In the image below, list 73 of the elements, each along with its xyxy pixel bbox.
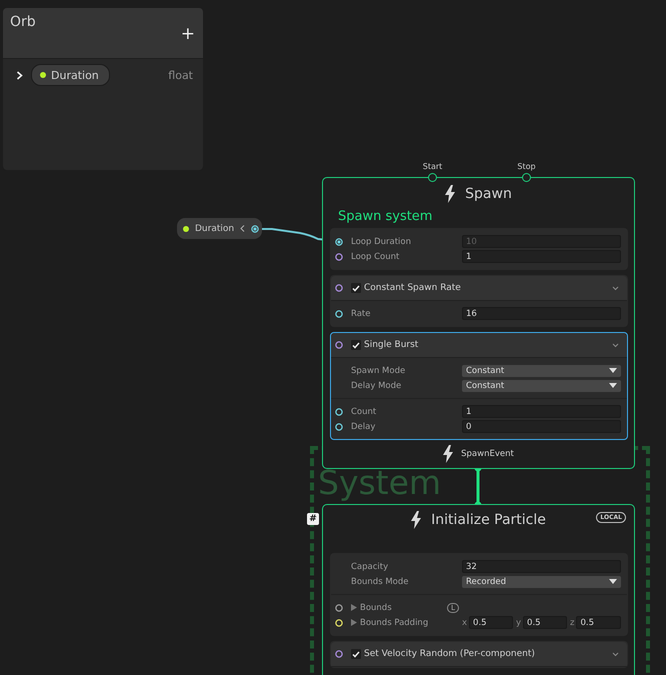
flow-port-icon[interactable] [428, 173, 437, 182]
block-title: Set Velocity Random (Per-component) [364, 649, 535, 659]
triangle-icon[interactable] [351, 604, 357, 611]
chevron-left-icon[interactable] [240, 225, 246, 232]
chevron-down-icon[interactable] [612, 286, 619, 290]
flow-port-label: Start [422, 162, 442, 171]
field-label: Loop Count [351, 252, 400, 262]
caret-icon [609, 383, 617, 388]
field-label: Loop Duration [351, 236, 412, 246]
chevron-icon[interactable] [16, 70, 23, 80]
add-button[interactable]: + [180, 26, 195, 43]
field-label: Bounds Mode [351, 576, 410, 586]
property-node[interactable]: Duration [177, 218, 262, 239]
field-label: Bounds Padding [360, 618, 428, 628]
axis-label: z [570, 618, 574, 628]
block-title: Single Burst [364, 340, 418, 350]
chevron-down-icon[interactable] [612, 652, 619, 656]
axis-label: y [516, 618, 522, 628]
port-icon[interactable] [335, 284, 343, 292]
caret-icon [609, 579, 617, 584]
marker-badge: # [307, 513, 319, 525]
context-subtitle: Spawn system [337, 209, 434, 226]
flow-port-label: Stop [517, 162, 536, 171]
port-icon[interactable] [335, 252, 343, 260]
port-icon[interactable] [335, 604, 343, 612]
input-field[interactable]: 0.5 [576, 616, 621, 629]
input-field[interactable]: 16 [462, 307, 621, 320]
blackboard-title: Orb [10, 14, 36, 30]
field-label: Delay [351, 422, 376, 432]
context-title: Spawn [465, 186, 512, 202]
field-label: Count [351, 406, 378, 416]
port-icon[interactable] [335, 408, 343, 416]
port-icon[interactable] [335, 422, 343, 430]
port-icon[interactable] [335, 310, 343, 318]
port-icon[interactable] [335, 618, 343, 626]
property-pill[interactable]: Duration [31, 64, 110, 86]
input-field[interactable]: 0 [462, 420, 621, 433]
lightning-icon [443, 445, 454, 463]
checkbox[interactable] [351, 649, 361, 659]
dropdown[interactable]: Constant [462, 364, 621, 376]
node-label: Duration [195, 224, 234, 234]
field-label: Bounds [360, 602, 392, 612]
checkbox[interactable] [351, 340, 361, 350]
block-panel[interactable]: Constant Spawn Rate Rate 16 [330, 275, 628, 327]
lightning-icon [445, 185, 456, 203]
context-title: Initialize Particle [431, 512, 546, 528]
axis-label: x [462, 618, 468, 628]
field-label: Spawn Mode [351, 366, 406, 376]
triangle-icon[interactable] [351, 619, 357, 626]
flow-output-label: SpawnEvent [461, 449, 514, 459]
input-field[interactable]: 32 [462, 560, 621, 573]
port-icon[interactable] [335, 650, 343, 658]
type-label: float [168, 68, 193, 82]
input-field[interactable]: 0.5 [469, 616, 513, 629]
input-field[interactable]: 1 [462, 405, 621, 418]
field-label: Rate [351, 308, 372, 318]
block-title: Constant Spawn Rate [364, 283, 461, 293]
port-icon[interactable] [335, 341, 343, 349]
caret-icon [609, 368, 617, 373]
group-title: System [318, 466, 442, 499]
lightning-icon [411, 511, 422, 529]
field-label: Capacity [351, 562, 390, 572]
field-label: Delay Mode [351, 380, 402, 390]
chevron-down-icon[interactable] [612, 342, 619, 348]
dropdown[interactable]: Constant [462, 380, 621, 392]
checkbox[interactable] [351, 283, 361, 293]
block-panel[interactable]: Single Burst Spawn Mode Constant Delay Mode Constant Count 1 Delay 0 [330, 332, 628, 440]
dropdown[interactable]: Recorded [462, 576, 621, 588]
block-panel[interactable]: Set Velocity Random (Per-component) [330, 641, 628, 668]
port-icon[interactable] [251, 224, 260, 232]
input-field[interactable]: 1 [462, 250, 621, 263]
input-field[interactable]: 0.5 [523, 616, 567, 629]
flow-port-icon[interactable] [522, 173, 531, 182]
